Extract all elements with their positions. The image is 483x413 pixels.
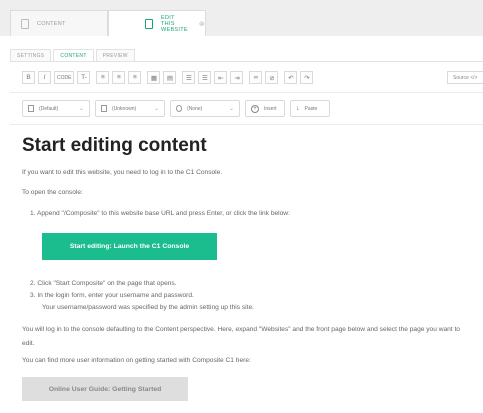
plus-icon: +	[251, 104, 259, 113]
unordered-list-icon[interactable]: ☰	[198, 71, 212, 84]
class-value: (None)	[187, 105, 203, 112]
unlink-icon[interactable]: ⊘	[265, 71, 279, 84]
tab-content[interactable]: CONTENT	[10, 10, 108, 36]
steps-list: 1. Append "/Composite" to this website b…	[30, 208, 472, 220]
edit-document-icon	[145, 18, 153, 29]
chevron-down-icon: ⌄	[153, 106, 159, 112]
tab-preview[interactable]: PREVIEW	[95, 49, 135, 61]
insert-button[interactable]: + Insert	[245, 100, 285, 117]
chevron-down-icon: ⌄	[78, 106, 84, 112]
more-info-text: You can find more user information on ge…	[22, 357, 251, 364]
table-style-icon	[101, 105, 107, 112]
italic-button[interactable]: I	[38, 71, 51, 84]
page-title: Start editing content	[22, 135, 207, 156]
document-tab-bar: CONTENT EDIT THIS WEBSITE ⊗	[0, 0, 483, 36]
clear-format-button[interactable]: T-	[77, 71, 91, 84]
paragraph-style-value: (Default)	[39, 105, 59, 112]
editor-content[interactable]: Start editing content If you want to edi…	[22, 132, 472, 401]
chevron-down-icon: ⌄	[228, 106, 234, 112]
link-icon[interactable]: ∞	[249, 71, 263, 84]
list-item: 1. Append "/Composite" to this website b…	[30, 210, 290, 217]
tab-settings[interactable]: SETTINGS	[10, 49, 52, 61]
paste-button[interactable]: ↓ Paste	[290, 100, 330, 117]
align-center-icon[interactable]: ≡	[112, 71, 126, 84]
arrow-down-icon: ↓	[296, 105, 300, 112]
close-tab-icon[interactable]: ⊗	[199, 20, 205, 28]
tab-content-label: CONTENT	[37, 20, 66, 27]
align-right-icon[interactable]: ≡	[128, 71, 142, 84]
intro-text: If you want to edit this website, you ne…	[22, 169, 223, 176]
table-icon[interactable]: ▦	[147, 71, 161, 84]
list-item: 3. In the login form, enter your usernam…	[30, 292, 194, 299]
divider	[10, 124, 483, 125]
class-icon	[176, 105, 182, 112]
insert-label: Insert	[264, 105, 277, 112]
list-item: 2. Click "Start Composite" on the page t…	[30, 280, 177, 287]
table-props-icon[interactable]: ▤	[163, 71, 177, 84]
table-style-select[interactable]: (Unknown) ⌄	[95, 100, 165, 117]
paste-label: Paste	[304, 105, 318, 112]
outdent-icon[interactable]: ⇤	[214, 71, 228, 84]
paragraph-icon	[28, 105, 34, 112]
tab-edit-label: EDIT THIS WEBSITE	[161, 14, 188, 33]
code-button[interactable]: CODE	[54, 71, 75, 84]
open-console-text: To open the console:	[22, 189, 83, 196]
align-left-icon[interactable]: ≡	[96, 71, 110, 84]
paragraph-style-select[interactable]: (Default) ⌄	[22, 100, 90, 117]
ordered-list-icon[interactable]: ☰	[182, 71, 196, 84]
launch-console-button[interactable]: Start editing: Launch the C1 Console	[42, 233, 217, 260]
tab-editor-content[interactable]: CONTENT	[53, 49, 94, 61]
indent-icon[interactable]: ⇥	[230, 71, 244, 84]
steps-list: 2. Click "Start Composite" on the page t…	[30, 278, 472, 314]
divider	[10, 61, 483, 62]
redo-icon[interactable]: ↷	[300, 71, 314, 84]
tab-edit-this-website[interactable]: EDIT THIS WEBSITE ⊗	[108, 10, 206, 36]
divider	[10, 92, 483, 93]
source-button[interactable]: Source </>	[447, 71, 483, 84]
document-icon	[21, 18, 29, 29]
perspective-text: You will log in to the console defaultin…	[22, 326, 460, 347]
list-item-note: Your username/password was specified by …	[42, 304, 254, 311]
format-toolbar: B I CODE T- ≡ ≡ ≡ ▦ ▤ ☰ ☰ ⇤ ⇥ ∞ ⊘ ↶ ↷	[22, 71, 316, 84]
user-guide-button[interactable]: Online User Guide: Getting Started	[22, 377, 188, 401]
undo-icon[interactable]: ↶	[284, 71, 298, 84]
class-select[interactable]: (None) ⌄	[170, 100, 240, 117]
table-style-value: (Unknown)	[112, 105, 137, 112]
bold-button[interactable]: B	[22, 71, 35, 84]
style-toolbar: (Default) ⌄ (Unknown) ⌄ (None) ⌄ + Inser…	[22, 100, 335, 117]
